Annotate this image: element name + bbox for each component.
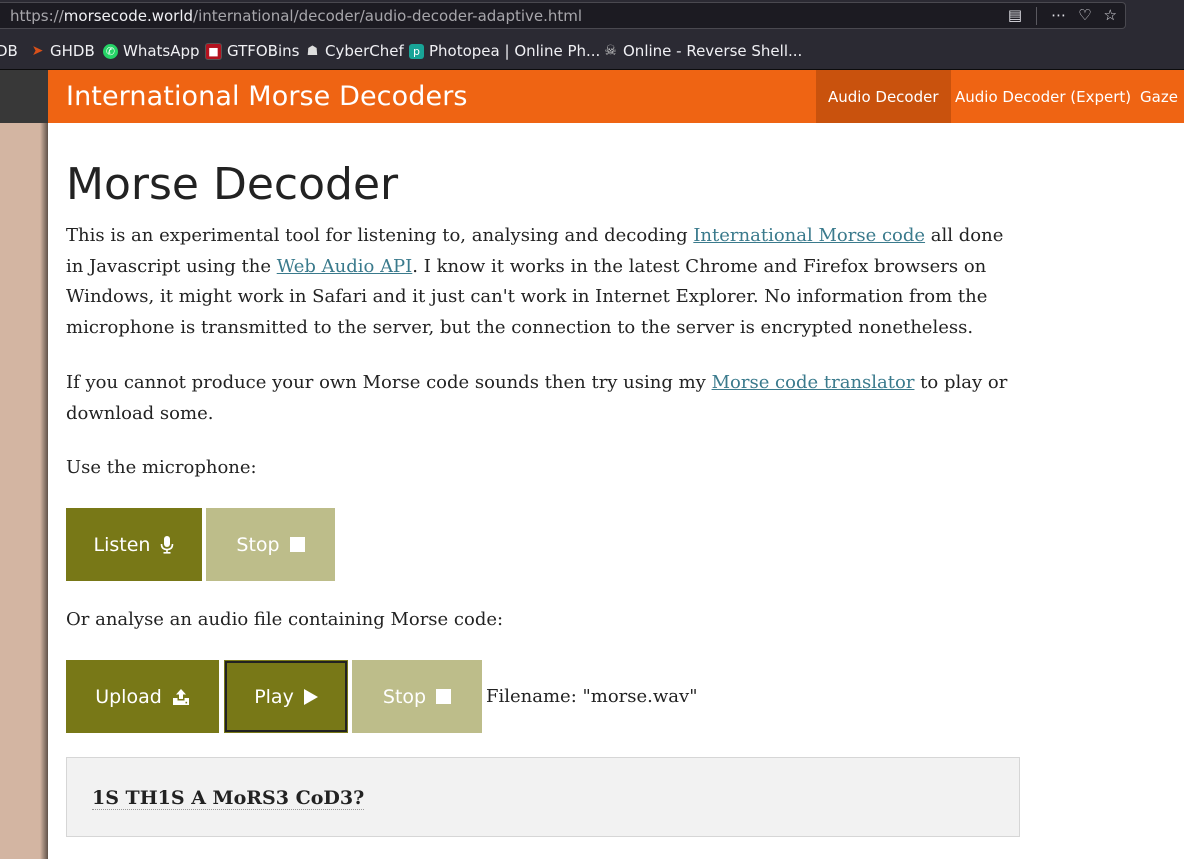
more-actions-icon[interactable]: ⋯ (1051, 6, 1066, 26)
whatsapp-icon: ✆ (103, 43, 118, 59)
upload-button[interactable]: Upload (66, 660, 219, 733)
nav-audio-decoder-expert[interactable]: Audio Decoder (Expert) (943, 70, 1143, 123)
reader-view-icon[interactable]: ▤ (1008, 6, 1022, 26)
web-audio-api-link[interactable]: Web Audio API (277, 256, 413, 277)
url-actions: ▤ ⋯ ♡ ☆ (1008, 6, 1117, 26)
file-stop-label: Stop (382, 685, 427, 708)
bookmark-db[interactable]: DB (0, 42, 18, 60)
translator-paragraph: If you cannot produce your own Morse cod… (66, 372, 1008, 424)
browser-toolbar: https://morsecode.world/international/de… (0, 0, 1184, 33)
nav-gaze-decoder[interactable]: Gaze D (1128, 70, 1184, 123)
bookmark-whatsapp[interactable]: ✆ WhatsApp (103, 42, 200, 60)
bookmarks-bar: DB ➤ GHDB ✆ WhatsApp ■ GTFOBins ☗ CyberChef … (0, 33, 1184, 70)
stop-icon (289, 537, 305, 552)
pocket-icon[interactable]: ♡ (1078, 6, 1091, 26)
upload-icon (172, 688, 189, 705)
upload-label: Upload (95, 685, 162, 708)
bookmark-ghdb[interactable]: ➤ GHDB (30, 42, 95, 60)
ghdb-icon: ➤ (31, 42, 44, 59)
mic-stop-label: Stop (236, 533, 280, 556)
file-label: Or analyse an audio file containing Mors… (66, 609, 504, 630)
bookmark-gtfobins[interactable]: ■ GTFOBins (205, 42, 299, 60)
stop-icon (436, 689, 452, 704)
bookmark-reverse-shell[interactable]: ☠ Online - Reverse Shell... (603, 42, 802, 60)
international-morse-link[interactable]: International Morse code (693, 225, 925, 246)
bookmark-photopea[interactable]: p Photopea | Online Ph... (409, 42, 600, 60)
page-gutter (0, 70, 48, 123)
microphone-icon (161, 535, 174, 554)
play-button[interactable]: Play (224, 660, 348, 733)
cyberchef-icon: ☗ (306, 43, 319, 59)
mic-label: Use the microphone: (66, 457, 257, 478)
bookmark-star-icon[interactable]: ☆ (1104, 6, 1117, 26)
site-navbar: International Morse Decoders Audio Decod… (48, 70, 1184, 123)
photopea-icon: p (409, 43, 424, 59)
play-label: Play (254, 685, 294, 708)
decoded-output-box: 1S TH1S A MoRS3 CoD3? (66, 757, 1020, 837)
mic-stop-button[interactable]: Stop (206, 508, 335, 581)
main-content: Morse Decoder This is an experimental to… (48, 123, 1184, 859)
site-brand[interactable]: International Morse Decoders (66, 81, 468, 112)
file-stop-button[interactable]: Stop (352, 660, 482, 733)
play-icon (303, 688, 318, 705)
listen-label: Listen (93, 533, 151, 556)
page-shadow (40, 123, 48, 859)
morse-translator-link[interactable]: Morse code translator (712, 372, 915, 393)
filename-label: Filename: "morse.wav" (486, 686, 698, 707)
nav-audio-decoder[interactable]: Audio Decoder (816, 70, 951, 123)
page-title: Morse Decoder (66, 159, 399, 210)
gtfobins-icon: ■ (205, 42, 222, 60)
url-text: https://morsecode.world/international/de… (10, 7, 583, 25)
decoded-text[interactable]: 1S TH1S A MoRS3 CoD3? (92, 787, 365, 810)
skull-icon: ☠ (604, 42, 617, 59)
divider (1036, 7, 1038, 25)
intro-paragraph: This is an experimental tool for listeni… (66, 225, 1004, 338)
listen-button[interactable]: Listen (66, 508, 202, 581)
bookmark-cyberchef[interactable]: ☗ CyberChef (305, 42, 404, 60)
url-field[interactable]: https://morsecode.world/international/de… (0, 2, 1126, 29)
